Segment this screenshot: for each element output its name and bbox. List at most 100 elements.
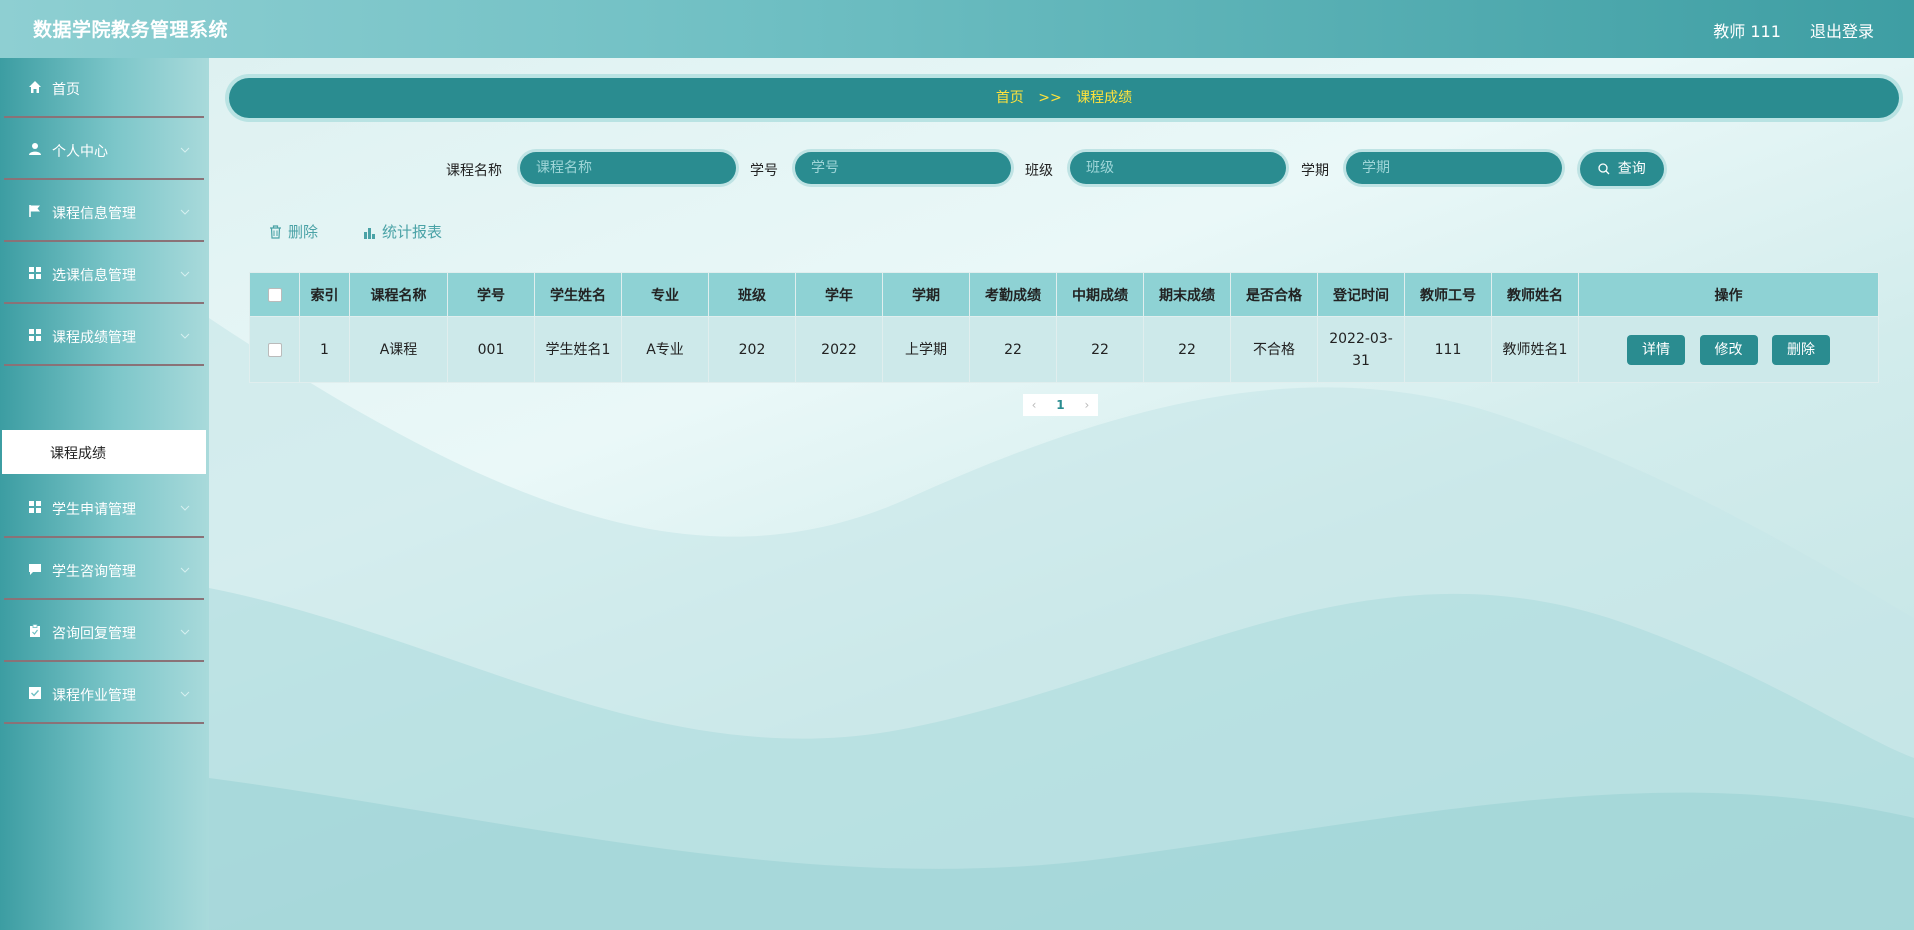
pagination: ‹ 1 › <box>1023 394 1098 416</box>
column-header: 中期成绩 <box>1056 272 1144 317</box>
row-delete-button[interactable]: 删除 <box>1771 334 1830 365</box>
table-cell: A专业 <box>621 316 709 383</box>
table-cell: 22 <box>1056 316 1144 383</box>
grid-icon <box>29 501 41 513</box>
sidebar-item-home[interactable]: 首页 <box>4 58 204 118</box>
home-icon <box>29 81 41 93</box>
table-cell: 不合格 <box>1230 316 1318 383</box>
prev-page-icon[interactable]: ‹ <box>1023 394 1045 416</box>
term-label: 学期 <box>1301 163 1329 179</box>
search-form: 课程名称 学号 班级 学期 查询 <box>209 152 1914 186</box>
select-all-checkbox[interactable] <box>267 287 282 302</box>
column-header: 登记时间 <box>1317 272 1405 317</box>
column-header: 学生姓名 <box>534 272 622 317</box>
statistics-report-button[interactable]: 统计报表 <box>363 221 442 242</box>
column-header: 索引 <box>299 272 350 317</box>
next-page-icon[interactable]: › <box>1076 394 1098 416</box>
chevron-down-icon <box>180 147 190 153</box>
course-name-input[interactable] <box>520 152 736 184</box>
edit-button[interactable]: 修改 <box>1699 334 1758 365</box>
column-header: 班级 <box>708 272 796 317</box>
row-select-cell <box>249 316 300 383</box>
table-cell: 1 <box>299 316 350 383</box>
sidebar-subitem-course-grades[interactable]: 课程成绩 <box>2 430 206 474</box>
sidebar-item-consultation-reply[interactable]: 咨询回复管理 <box>4 602 204 662</box>
chevron-down-icon <box>180 629 190 635</box>
top-header: 数据学院教务管理系统 教师 111 退出登录 <box>0 0 1914 58</box>
trash-icon <box>270 225 281 239</box>
sidebar-item-personal-center[interactable]: 个人中心 <box>4 120 204 180</box>
table-cell: 22 <box>969 316 1057 383</box>
column-header: 期末成绩 <box>1143 272 1231 317</box>
clipboard-icon <box>30 624 40 637</box>
grades-table: 索引 课程名称 学号 学生姓名 专业 班级 学年 学期 考勤成绩 中期成绩 期末… <box>249 272 1879 383</box>
chevron-down-icon <box>180 567 190 573</box>
statistics-report-label: 统计报表 <box>382 223 443 241</box>
bar-chart-icon <box>364 228 375 239</box>
sidebar-item-course-grades[interactable]: 课程成绩管理 <box>4 306 204 366</box>
chevron-down-icon <box>180 691 190 697</box>
flag-icon <box>29 205 40 217</box>
table-cell: 学生姓名1 <box>534 316 622 383</box>
student-id-input[interactable] <box>795 152 1011 184</box>
column-header: 考勤成绩 <box>969 272 1057 317</box>
column-header: 教师工号 <box>1404 272 1492 317</box>
student-id-label: 学号 <box>750 163 778 179</box>
table-row: 1 A课程 001 学生姓名1 A专业 202 2022 上学期 22 22 2… <box>249 316 1879 383</box>
row-checkbox[interactable] <box>267 342 282 357</box>
chevron-down-icon <box>180 271 190 277</box>
sidebar-item-label: 学生咨询管理 <box>52 564 136 580</box>
sidebar-item-course-homework[interactable]: 课程作业管理 <box>4 664 204 724</box>
table-cell: 22 <box>1143 316 1231 383</box>
column-header: 操作 <box>1578 272 1879 317</box>
batch-delete-label: 删除 <box>288 223 319 241</box>
table-cell: A课程 <box>349 316 448 383</box>
term-input[interactable] <box>1346 152 1562 184</box>
column-header: 教师姓名 <box>1491 272 1579 317</box>
checkbox-icon <box>29 687 41 699</box>
chevron-down-icon <box>180 209 190 215</box>
sidebar-item-student-consultation[interactable]: 学生咨询管理 <box>4 540 204 600</box>
breadcrumb-home[interactable]: 首页 <box>996 90 1024 106</box>
column-header: 专业 <box>621 272 709 317</box>
sidebar-item-label: 学生申请管理 <box>52 502 136 518</box>
sidebar-item-course-info[interactable]: 课程信息管理 <box>4 182 204 242</box>
detail-button[interactable]: 详情 <box>1627 334 1686 365</box>
table-cell: 2022-03-31 <box>1317 316 1405 383</box>
row-actions-cell: 详情 修改 删除 <box>1578 316 1879 383</box>
current-user: 教师 111 <box>1713 22 1781 41</box>
batch-delete-button[interactable]: 删除 <box>269 221 318 242</box>
table-cell: 111 <box>1404 316 1492 383</box>
sidebar-item-course-selection[interactable]: 选课信息管理 <box>4 244 204 304</box>
header-user-area: 教师 111 退出登录 <box>1689 18 1874 42</box>
table-cell: 202 <box>708 316 796 383</box>
class-input[interactable] <box>1070 152 1286 184</box>
app-title: 数据学院教务管理系统 <box>33 19 229 41</box>
column-header: 学期 <box>882 272 970 317</box>
sidebar-item-label: 个人中心 <box>52 144 108 160</box>
page-number[interactable]: 1 <box>1049 394 1071 416</box>
column-header: 课程名称 <box>349 272 448 317</box>
table-cell: 2022 <box>795 316 883 383</box>
breadcrumb: 首页 >> 课程成绩 <box>229 78 1899 118</box>
grid-icon <box>29 329 41 341</box>
table-cell: 001 <box>447 316 535 383</box>
table-cell: 教师姓名1 <box>1491 316 1579 383</box>
table-cell: 上学期 <box>882 316 970 383</box>
logout-link[interactable]: 退出登录 <box>1810 22 1874 41</box>
course-name-label: 课程名称 <box>446 163 502 179</box>
column-header: 是否合格 <box>1230 272 1318 317</box>
sidebar-item-label: 选课信息管理 <box>52 268 136 284</box>
search-icon <box>1598 163 1610 175</box>
grid-icon <box>29 267 41 279</box>
breadcrumb-separator: >> <box>1038 90 1062 106</box>
column-header: 学号 <box>447 272 535 317</box>
breadcrumb-current: 课程成绩 <box>1076 90 1133 106</box>
user-icon <box>29 143 41 155</box>
query-button-label: 查询 <box>1617 161 1646 177</box>
main-content: 首页 >> 课程成绩 课程名称 学号 班级 学期 查询 删除 统计报表 索引 课… <box>209 58 1914 930</box>
query-button[interactable]: 查询 <box>1580 152 1664 186</box>
class-label: 班级 <box>1025 163 1053 179</box>
sidebar-item-label: 课程作业管理 <box>52 688 136 704</box>
sidebar-item-student-applications[interactable]: 学生申请管理 <box>4 478 204 538</box>
